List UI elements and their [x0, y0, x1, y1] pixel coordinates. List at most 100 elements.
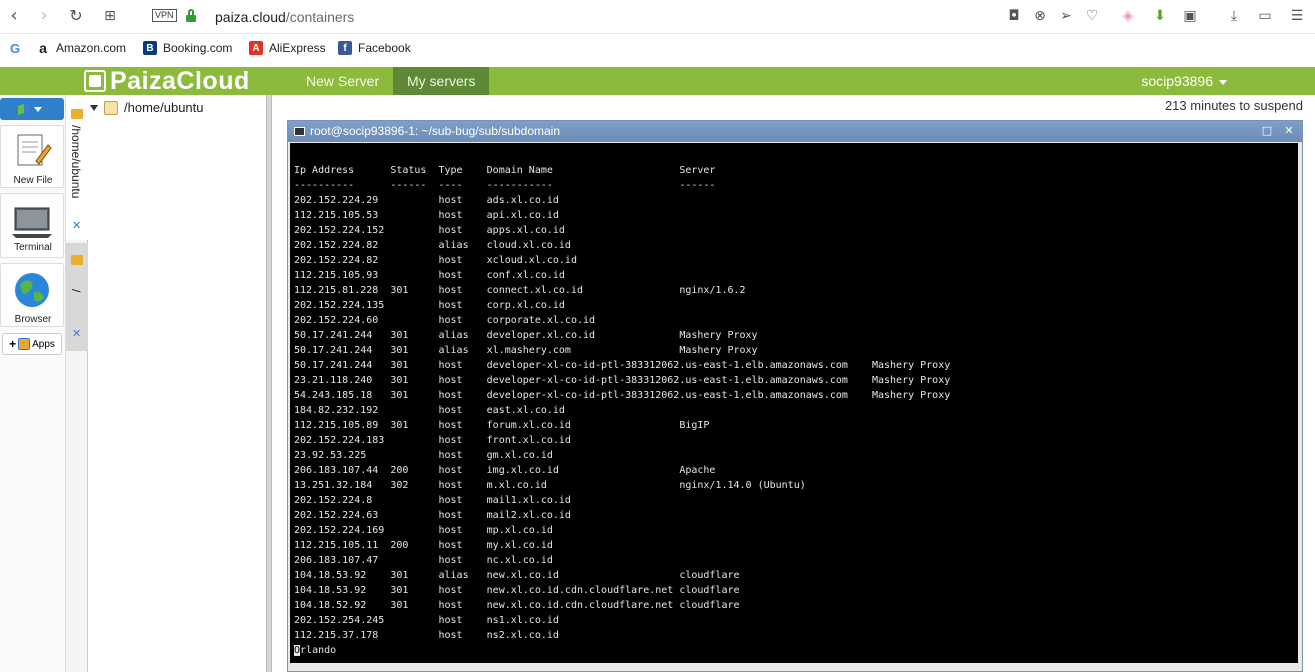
- google-icon: G: [9, 40, 21, 56]
- terminal-text: Ip Address Status Type Domain Name Serve…: [294, 163, 950, 658]
- bookmark-aliexpress[interactable]: A AliExpress: [249, 41, 326, 55]
- bookmark-label: Booking.com: [163, 41, 233, 55]
- bookmark-amazon[interactable]: a Amazon.com: [36, 40, 127, 56]
- terminal-line: 202.152.224.60 host corporate.xl.co.id: [294, 315, 596, 326]
- apps-label: Apps: [32, 338, 55, 350]
- terminal-line: 112.215.105.89 301 host forum.xl.co.id B…: [294, 420, 710, 431]
- bookmark-label: AliExpress: [269, 41, 326, 55]
- terminal-line: 23.92.53.225 host gm.xl.co.id: [294, 450, 553, 461]
- apps-box-icon: [18, 338, 31, 350]
- terminal-button[interactable]: Terminal: [0, 193, 64, 258]
- vertical-tabs: /home/ubuntu ✕ / ✕: [66, 95, 88, 672]
- bookmark-label: Amazon.com: [56, 41, 127, 55]
- terminal-input-text: rlando: [300, 645, 337, 656]
- terminal-line: 202.152.224.82 host xcloud.xl.co.id: [294, 255, 577, 266]
- terminal-line: 112.215.105.11 200 host my.xl.co.id: [294, 540, 553, 551]
- apps-button[interactable]: + Apps: [2, 333, 62, 355]
- terminal-line: 50.17.241.244 301 alias xl.mashery.com M…: [294, 345, 758, 356]
- chevron-down-icon: [1219, 79, 1227, 85]
- maximize-icon[interactable]: □: [1260, 124, 1274, 138]
- camera-icon[interactable]: ◘: [1005, 7, 1023, 25]
- file-tree: /home/ubuntu: [88, 95, 266, 672]
- terminal-line: 104.18.53.92 301 host new.xl.co.id.cdn.c…: [294, 585, 740, 596]
- url-path: /containers: [285, 9, 355, 25]
- paiza-logo[interactable]: PaizaCloud: [84, 67, 250, 95]
- download-green-icon[interactable]: ⬇: [1151, 7, 1169, 25]
- close-icon[interactable]: ✕: [72, 219, 81, 232]
- terminal-line: 206.183.107.44 200 host img.xl.co.id Apa…: [294, 465, 716, 476]
- logo-text: PaizaCloud: [110, 66, 250, 95]
- terminal-title: root@socip93896-1: ~/sub-bug/sub/subdoma…: [310, 124, 561, 138]
- terminal-output[interactable]: Ip Address Status Type Domain Name Serve…: [290, 143, 1298, 663]
- folder-icon: [104, 100, 118, 115]
- chat-icon[interactable]: ▣: [1181, 7, 1199, 25]
- terminal-titlebar[interactable]: root@socip93896-1: ~/sub-bug/sub/subdoma…: [288, 121, 1302, 142]
- new-file-button[interactable]: New File: [0, 125, 64, 188]
- bookmark-booking[interactable]: B Booking.com: [143, 41, 232, 55]
- terminal-line: 202.152.224.82 alias cloud.xl.co.id: [294, 240, 571, 251]
- plus-icon: +: [9, 337, 17, 351]
- send-icon[interactable]: ➢: [1057, 7, 1075, 25]
- tile-label: New File: [13, 175, 53, 186]
- app-sidebar: New File Terminal Browser + Apps: [0, 95, 66, 672]
- terminal-line: 202.152.224.29 host ads.xl.co.id: [294, 195, 559, 206]
- vtab-root[interactable]: / ✕: [66, 243, 88, 351]
- tabs-grid-icon[interactable]: ⊞: [100, 6, 120, 26]
- bookmark-facebook[interactable]: f Facebook: [338, 41, 411, 55]
- bookmark-label: Facebook: [358, 41, 411, 55]
- terminal-line: 112.215.105.53 host api.xl.co.id: [294, 210, 559, 221]
- browser-icon: [15, 273, 49, 307]
- download-icon[interactable]: ⤓: [1225, 7, 1243, 25]
- forward-icon[interactable]: ›: [34, 6, 54, 26]
- terminal-line: 202.152.254.245 host ns1.xl.co.id: [294, 615, 559, 626]
- block-icon[interactable]: ⊗: [1031, 7, 1049, 25]
- terminal-line: ---------- ------ ---- ----------- -----…: [294, 180, 716, 191]
- terminal-line: 112.215.37.178 host ns2.xl.co.id: [294, 630, 559, 641]
- terminal-line: 54.243.185.18 301 host developer-xl-co-i…: [294, 390, 951, 401]
- tile-label: Browser: [14, 314, 52, 325]
- menu-icon[interactable]: ☰: [1288, 7, 1306, 25]
- terminal-line: 202.152.224.8 host mail1.xl.co.id: [294, 495, 571, 506]
- vtab-label: /home/ubuntu: [69, 125, 83, 199]
- paiza-small-icon: [18, 101, 30, 116]
- tree-root[interactable]: /home/ubuntu: [90, 100, 204, 115]
- app-header: PaizaCloud New Server My servers socip93…: [0, 67, 1315, 95]
- amazon-icon: a: [39, 40, 47, 56]
- terminal-line: 50.17.241.244 301 host developer-xl-co-i…: [294, 360, 951, 371]
- tile-label: Terminal: [14, 242, 52, 253]
- heart-icon[interactable]: ♡: [1083, 7, 1101, 25]
- back-icon[interactable]: ‹: [4, 6, 24, 26]
- terminal-line: 202.152.224.152 host apps.xl.co.id: [294, 225, 565, 236]
- browser-toolbar: ‹ › ↻ ⊞ VPN paiza.cloud/containers ◘ ⊗ ➢…: [0, 0, 1315, 34]
- aliexpress-icon: A: [249, 41, 263, 55]
- folder-icon: [71, 255, 83, 265]
- terminal-line: 184.82.232.192 host east.xl.co.id: [294, 405, 565, 416]
- terminal-window[interactable]: root@socip93896-1: ~/sub-bug/sub/subdoma…: [287, 120, 1303, 672]
- expand-icon[interactable]: [90, 104, 98, 111]
- nav-my-servers[interactable]: My servers: [393, 67, 490, 95]
- terminal-line: 112.215.81.228 301 host connect.xl.co.id…: [294, 285, 746, 296]
- browser-button[interactable]: Browser: [0, 263, 64, 327]
- terminal-prompt-line: Orlando: [294, 643, 950, 658]
- close-icon[interactable]: ✕: [72, 327, 81, 340]
- cube-icon[interactable]: ◈: [1119, 7, 1137, 25]
- vpn-badge[interactable]: VPN: [152, 9, 177, 22]
- facebook-icon: f: [338, 41, 352, 55]
- server-menu-button[interactable]: [0, 98, 64, 120]
- new-file-icon: [17, 134, 52, 166]
- user-menu[interactable]: socip93896: [1141, 67, 1227, 95]
- terminal-line: 13.251.32.184 302 host m.xl.co.id nginx/…: [294, 480, 806, 491]
- vtab-label: /: [69, 289, 83, 293]
- terminal-line: 23.21.118.240 301 host developer-xl-co-i…: [294, 375, 951, 386]
- address-bar[interactable]: paiza.cloud/containers: [215, 9, 354, 25]
- reload-icon[interactable]: ↻: [66, 6, 86, 26]
- vtab-home-ubuntu[interactable]: /home/ubuntu ✕: [66, 95, 88, 240]
- folder-icon: [71, 109, 83, 119]
- bookmark-google[interactable]: G: [8, 40, 22, 56]
- chevron-down-icon: [34, 107, 42, 112]
- suspend-timer: 213 minutes to suspend: [1164, 98, 1303, 113]
- close-icon[interactable]: ✕: [1282, 124, 1296, 138]
- url-host: paiza.cloud: [215, 9, 286, 25]
- battery-icon[interactable]: ▭: [1256, 7, 1274, 25]
- nav-new-server[interactable]: New Server: [292, 67, 393, 95]
